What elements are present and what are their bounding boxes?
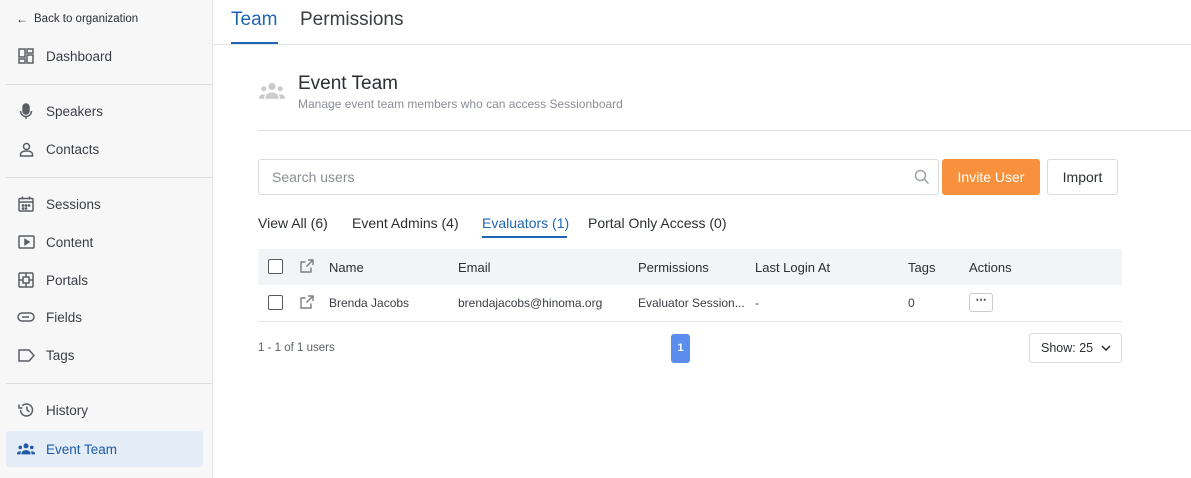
search-input[interactable] — [259, 160, 879, 194]
search-icon[interactable] — [914, 169, 930, 190]
sidebar-item-portals[interactable]: Portals — [6, 262, 203, 298]
sidebar-item-fields[interactable]: Fields — [6, 299, 203, 335]
import-button[interactable]: Import — [1047, 159, 1118, 195]
search-box — [258, 159, 939, 195]
page-size-select[interactable]: Show: 25 — [1029, 333, 1122, 363]
invite-user-button[interactable]: Invite User — [942, 159, 1040, 195]
select-all-checkbox[interactable] — [268, 259, 283, 274]
dashboard-icon — [17, 47, 35, 65]
sidebar-item-label: History — [46, 402, 89, 418]
column-header-actions: Actions — [969, 260, 1012, 275]
back-to-organization-link[interactable]: ← Back to organization — [16, 12, 138, 26]
user-name[interactable]: Brenda Jacobs — [329, 296, 409, 310]
sidebar-item-label: Content — [46, 234, 94, 250]
sidebar: ← Back to organization Dashboard Speaker… — [0, 0, 213, 478]
sidebar-item-content[interactable]: Content — [6, 224, 203, 260]
row-actions-button[interactable]: ⋯ — [969, 293, 993, 312]
microphone-icon — [17, 102, 35, 120]
active-filter-indicator — [482, 236, 567, 238]
sidebar-item-dashboard[interactable]: Dashboard — [6, 38, 203, 74]
calendar-icon — [17, 195, 35, 213]
column-header-name[interactable]: Name — [329, 260, 364, 275]
page-title: Event Team — [298, 73, 398, 94]
sidebar-item-label: Event Team — [46, 441, 118, 457]
tab-team[interactable]: Team — [231, 9, 277, 31]
pagination-page-1[interactable]: 1 — [671, 334, 690, 363]
user-last-login: - — [755, 296, 759, 310]
sidebar-item-sessions[interactable]: Sessions — [6, 186, 203, 222]
row-checkbox[interactable] — [268, 295, 283, 310]
history-icon — [17, 401, 35, 419]
sidebar-item-event-team[interactable]: Event Team — [6, 431, 203, 467]
sidebar-item-label: Sessions — [46, 196, 101, 212]
active-tab-indicator — [231, 42, 278, 44]
page-size-label: Show: 25 — [1041, 341, 1094, 355]
tab-permissions[interactable]: Permissions — [300, 9, 403, 31]
tag-icon — [17, 346, 35, 364]
sidebar-divider — [6, 383, 212, 384]
user-tags-count: 0 — [908, 296, 915, 310]
sidebar-item-label: Dashboard — [46, 48, 113, 64]
back-link-label: Back to organization — [34, 13, 139, 25]
sidebar-item-tags[interactable]: Tags — [6, 337, 203, 373]
chevron-down-icon — [1101, 345, 1111, 351]
table-row: Brenda Jacobs brendajacobs@hinoma.org Ev… — [258, 285, 1122, 322]
sidebar-item-label: Fields — [46, 309, 83, 325]
sidebar-item-label: Speakers — [46, 103, 104, 119]
sidebar-divider — [6, 84, 212, 85]
results-count: 1 - 1 of 1 users — [258, 342, 335, 354]
table-header: Name Email Permissions Last Login At Tag… — [258, 249, 1122, 285]
sidebar-item-history[interactable]: History — [6, 392, 203, 428]
column-header-permissions[interactable]: Permissions — [638, 260, 709, 275]
column-header-email[interactable]: Email — [458, 260, 491, 275]
user-email: brendajacobs@hinoma.org — [458, 296, 603, 310]
filter-tab-view-all[interactable]: View All (6) — [258, 215, 328, 231]
filter-tab-evaluators[interactable]: Evaluators (1) — [482, 215, 569, 231]
external-link-icon — [300, 259, 314, 278]
header-divider — [258, 130, 1191, 131]
person-icon — [17, 140, 35, 158]
sidebar-divider — [6, 177, 212, 178]
page-subtitle: Manage event team members who can access… — [298, 97, 623, 111]
video-play-icon — [17, 233, 35, 251]
sidebar-item-label: Contacts — [46, 141, 100, 157]
filter-tab-event-admins[interactable]: Event Admins (4) — [352, 215, 459, 231]
user-permissions: Evaluator Session... — [638, 296, 745, 310]
arrow-left-icon: ← — [16, 12, 28, 26]
sidebar-item-speakers[interactable]: Speakers — [6, 93, 203, 129]
filter-tab-portal-only-access[interactable]: Portal Only Access (0) — [588, 215, 727, 231]
column-header-last-login[interactable]: Last Login At — [755, 260, 830, 275]
sidebar-item-label: Tags — [46, 347, 75, 363]
column-header-tags[interactable]: Tags — [908, 260, 935, 275]
sidebar-item-label: Portals — [46, 272, 89, 288]
portal-grid-icon — [17, 271, 35, 289]
team-icon — [17, 440, 35, 458]
sidebar-item-contacts[interactable]: Contacts — [6, 131, 203, 167]
team-icon — [258, 82, 286, 105]
toggle-field-icon — [17, 308, 35, 326]
open-external-link-icon[interactable] — [300, 295, 314, 314]
